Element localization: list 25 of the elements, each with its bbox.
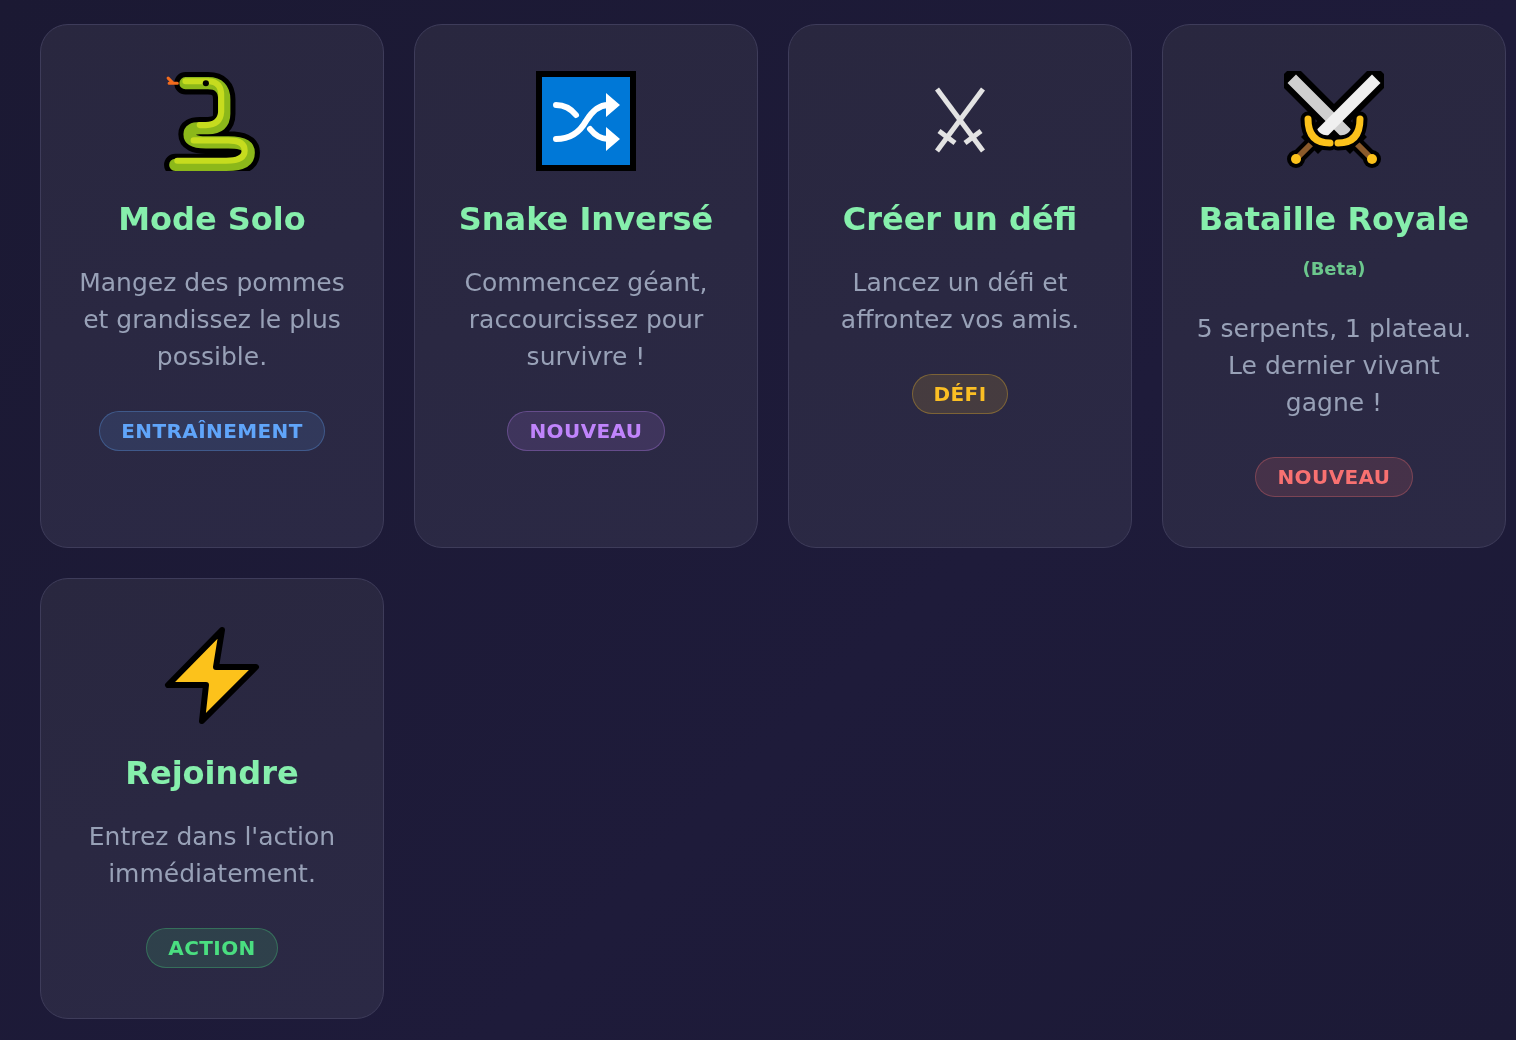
card-description: Mangez des pommes et grandissez le plus possible. (78, 267, 346, 373)
card-title: Créer un défi (842, 199, 1078, 239)
category-tag: ACTION (146, 928, 278, 968)
mode-card[interactable]: Mode Solo Mangez des pommes et grandissez le plus possible. ENTRAÎNEMENT (40, 24, 384, 548)
card-title: Mode Solo (118, 199, 306, 239)
card-description: Commencez géant, raccourcissez pour survivre ! (463, 267, 709, 373)
crossed-swords-icon (1284, 71, 1384, 171)
shuffle-icon (536, 71, 636, 171)
category-tag: NOUVEAU (1255, 457, 1413, 497)
category-tag: ENTRAÎNEMENT (99, 411, 325, 451)
card-title: Bataille Royale (1198, 199, 1470, 239)
category-tag: NOUVEAU (507, 411, 665, 451)
card-title: Snake Inversé (458, 199, 714, 239)
snake-icon (164, 71, 260, 171)
beta-label: (Beta) (1302, 257, 1366, 281)
mode-card[interactable]: Snake Inversé Commencez géant, raccourcissez pour survivre ! NOUVEAU (414, 24, 758, 548)
mode-card[interactable]: Créer un défi Lancez un défi et affrontez vos amis. DÉFI (788, 24, 1132, 548)
lightning-icon (162, 625, 262, 725)
mode-card[interactable]: Rejoindre Entrez dans l'action immédiatement. ACTION (40, 578, 384, 1019)
category-tag: DÉFI (911, 374, 1009, 414)
card-description: Entrez dans l'action immédiatement. (87, 821, 337, 890)
card-description: 5 serpents, 1 plateau. Le dernier vivant gagne ! (1195, 313, 1473, 419)
card-description: Lancez un défi et affrontez vos amis. (839, 267, 1081, 336)
card-title: Rejoindre (125, 753, 299, 793)
mode-card[interactable]: Bataille Royale (Beta) 5 serpents, 1 plateau. Le dernier vivant gagne ! NOUVEAU (1162, 24, 1506, 548)
